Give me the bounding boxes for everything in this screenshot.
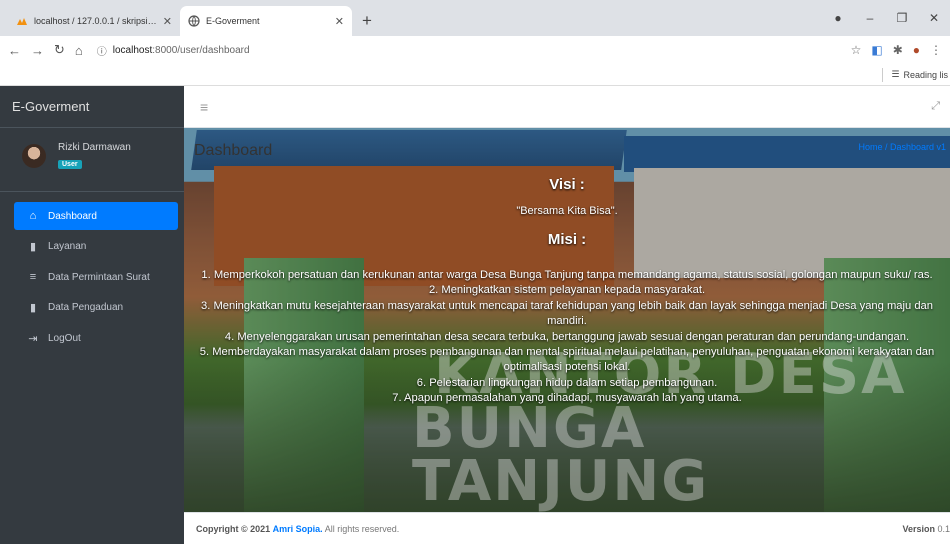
info-icon[interactable]: ⓘ [97, 43, 107, 58]
window-controls: ● – ❐ ✕ [822, 0, 950, 36]
new-tab-button[interactable]: + [352, 6, 382, 36]
misi-item: 5. Memberdayakan masyarakat dalam proses… [199, 346, 935, 374]
copyright-prefix: Copyright © 2021 [196, 523, 271, 534]
maximize-icon[interactable]: ❐ [886, 11, 918, 25]
sidebar-item-logout[interactable]: ⇥ LogOut [14, 324, 178, 352]
menu-icon[interactable]: ⋮ [930, 43, 942, 57]
misi-item: 7. Apapun permasalahan yang dihadapi, mu… [392, 392, 742, 405]
reading-list-bar: ☰ Reading lis [0, 64, 950, 86]
logout-icon: ⇥ [28, 332, 38, 345]
sidebar-item-label: Data Pengaduan [48, 302, 124, 313]
version: Version 0.1 [902, 524, 950, 534]
sidebar-item-data-pengaduan[interactable]: ▮ Data Pengaduan [14, 294, 178, 322]
home-icon[interactable]: ⌂ [75, 43, 83, 58]
profile-icon[interactable]: ● [822, 11, 854, 25]
sidebar-item-label: Layanan [48, 241, 87, 252]
breadcrumb[interactable]: Home / Dashboard v1 [858, 142, 946, 160]
misi-item: 1. Memperkokoh persatuan dan kerukunan a… [201, 269, 933, 281]
fullscreen-icon[interactable]: ⤢ [931, 100, 940, 113]
back-icon[interactable]: ← [8, 43, 21, 58]
misi-heading: Misi : [547, 231, 587, 248]
reading-list-icon[interactable]: ☰ [891, 69, 899, 80]
tab-title: localhost / 127.0.0.1 / skripsi_amr [34, 16, 159, 26]
hero-section: KANTOR DESA BUNGA TANJUNG Dashboard Home… [184, 128, 950, 512]
browser-tabbar: localhost / 127.0.0.1 / skripsi_amr ✕ E-… [0, 0, 950, 36]
url-host: localhost [112, 44, 153, 56]
user-panel: Rizki Darmawan User [0, 128, 184, 192]
bookmark-star-icon[interactable]: ☆ [851, 43, 862, 57]
file-icon: ▮ [29, 241, 37, 253]
sidebar-nav: ⌂ Dashboard ▮ Layanan ≡ Data Permintaan … [0, 192, 184, 352]
misi-item: 6. Pelestarian lingkungan hidup dalam se… [416, 376, 718, 389]
avatar [22, 144, 46, 168]
sidebar: E-Goverment Rizki Darmawan User ⌂ Dashbo… [0, 86, 184, 544]
visi-text: "Bersama Kita Bisa". [516, 205, 618, 217]
main-content: ≡ ⤢ KANTOR DESA BUNGA TANJUNG Dashboard … [184, 86, 950, 544]
visi-misi: Visi : "Bersama Kita Bisa". Misi : 1. Me… [184, 172, 950, 407]
puzzle-icon[interactable]: ✱ [893, 43, 903, 57]
browser-tab-phpmyadmin[interactable]: localhost / 127.0.0.1 / skripsi_amr ✕ [8, 6, 180, 36]
sidebar-item-label: LogOut [48, 332, 81, 344]
sidebar-item-dashboard[interactable]: ⌂ Dashboard [14, 202, 178, 230]
version-label: Version [902, 523, 935, 534]
close-window-icon[interactable]: ✕ [918, 11, 950, 25]
close-tab-icon[interactable]: ✕ [163, 15, 172, 28]
app: E-Goverment Rizki Darmawan User ⌂ Dashbo… [0, 86, 950, 544]
misi-list: 1. Memperkokoh persatuan dan kerukunan a… [184, 268, 950, 407]
extension-icon[interactable]: ◧ [871, 43, 882, 57]
hamburger-icon[interactable]: ≡ [200, 99, 208, 115]
sidebar-item-data-permintaan-surat[interactable]: ≡ Data Permintaan Surat [14, 263, 178, 291]
url-field[interactable]: ⓘ localhost:8000/user/dashboard [93, 39, 841, 61]
globe-icon [188, 15, 200, 27]
tab-title: E-Goverment [206, 16, 260, 26]
page-title: Dashboard [194, 142, 273, 159]
avatar-icon[interactable]: ● [913, 43, 920, 57]
sidebar-item-layanan[interactable]: ▮ Layanan [14, 233, 178, 261]
minimize-icon[interactable]: – [854, 11, 886, 25]
phpmyadmin-icon [17, 18, 27, 25]
browser-tab-egoverment[interactable]: E-Goverment ✕ [180, 6, 352, 36]
rights-text: All rights reserved. [324, 523, 400, 534]
list-icon: ≡ [29, 271, 37, 283]
forward-icon[interactable]: → [31, 43, 44, 58]
close-tab-icon[interactable]: ✕ [335, 15, 344, 28]
copyright: Copyright © 2021 Amri Sopia. All rights … [196, 524, 399, 534]
home-icon: ⌂ [29, 210, 37, 222]
top-navbar: ≡ ⤢ [184, 86, 950, 128]
sidebar-item-label: Data Permintaan Surat [48, 271, 150, 283]
footer: Copyright © 2021 Amri Sopia. All rights … [184, 512, 950, 544]
author-link[interactable]: Amri Sopia. [273, 524, 323, 534]
visi-heading: Visi : [549, 176, 585, 193]
misi-item: 4. Menyelenggarakan urusan pemerintahan … [224, 330, 910, 343]
reading-list-button[interactable]: Reading lis [903, 70, 948, 80]
misi-item: 3. Meningkatkan mutu kesejahteraan masya… [201, 299, 933, 328]
file-icon: ▮ [29, 302, 37, 314]
version-number: 0.1 [937, 523, 950, 534]
sign-line: BUNGA TANJUNG [412, 395, 710, 512]
content-header: Dashboard Home / Dashboard v1 [184, 142, 950, 160]
misi-item: 2. Meningkatkan sistem pelayanan kepada … [428, 284, 706, 297]
sidebar-item-label: Dashboard [48, 210, 97, 222]
reload-icon[interactable]: ↻ [54, 42, 65, 58]
user-role-badge: User [58, 160, 82, 169]
user-name[interactable]: Rizki Darmawan [58, 142, 131, 153]
address-bar: ← → ↻ ⌂ ⓘ localhost:8000/user/dashboard … [0, 36, 950, 64]
url-path: :8000/user/dashboard [152, 44, 250, 56]
brand-link[interactable]: E-Goverment [0, 86, 184, 128]
